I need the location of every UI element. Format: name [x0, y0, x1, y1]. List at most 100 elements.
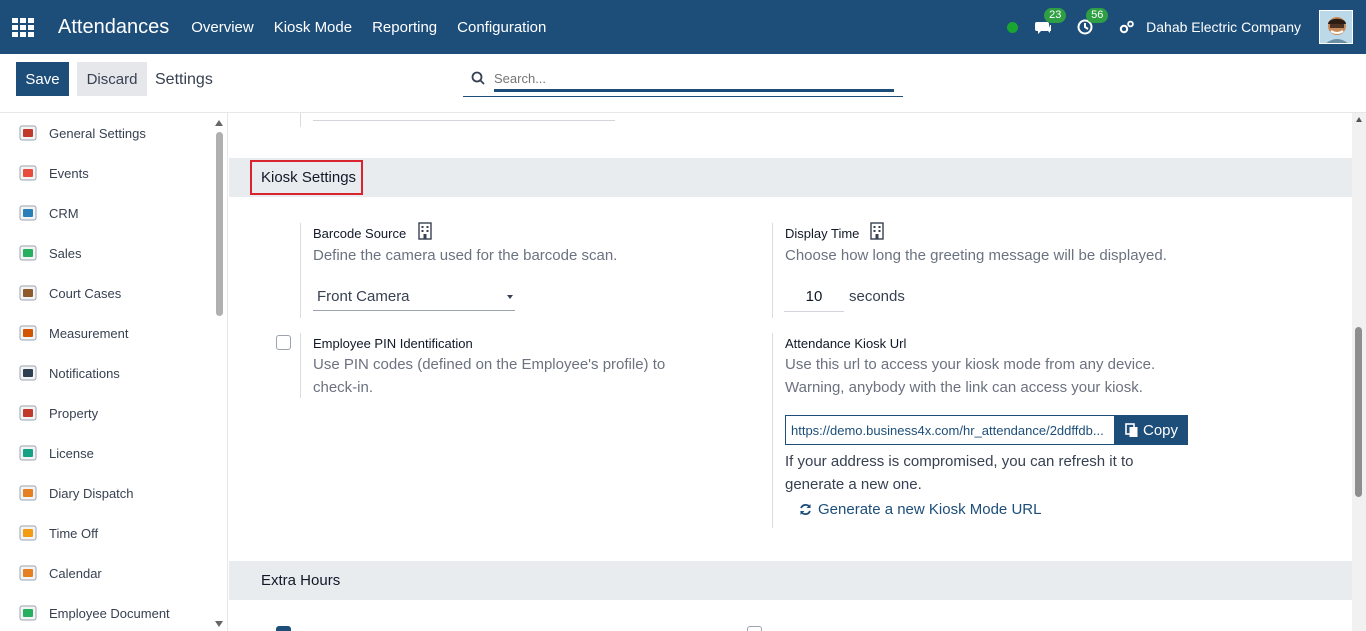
barcode-source-label: Barcode Source [313, 226, 407, 241]
sidebar-item[interactable]: License [0, 433, 227, 473]
search-icon [471, 71, 485, 85]
barcode-source-select[interactable]: Front Camera [313, 283, 515, 311]
sidebar-item[interactable]: Court Cases [0, 273, 227, 313]
copy-button-label: Copy [1142, 421, 1179, 439]
control-panel: Save Discard Settings [0, 54, 1366, 113]
sidebar-item-label: Time Off [49, 525, 99, 541]
settings-sidebar: General Settings Events CRM Sales Court Case… [0, 113, 228, 631]
chat-count-badge: 23 [1044, 8, 1067, 23]
display-time-label: Display Time [785, 226, 860, 241]
sidebar-item[interactable]: Calendar [0, 553, 227, 593]
sidebar-scroll-thumb[interactable] [216, 132, 223, 316]
timeoff-icon [18, 523, 38, 543]
sidebar-item-label: License [49, 445, 94, 461]
gear-icon [18, 123, 38, 143]
scales-icon [18, 283, 38, 303]
sidebar-item-label: Sales [49, 245, 82, 261]
chat-icon[interactable]: 23 [1034, 8, 1067, 36]
company-name[interactable]: Dahab Electric Company [1146, 19, 1301, 35]
company-switch-icon[interactable] [1118, 18, 1136, 36]
menu-reporting[interactable]: Reporting [372, 19, 437, 36]
activity-clock-icon[interactable]: 56 [1076, 8, 1109, 36]
sidebar-item[interactable]: Notifications [0, 353, 227, 393]
settings-content: Kiosk Settings Barcode Source Define the… [229, 113, 1352, 631]
notification-icon [18, 363, 38, 383]
menu-kiosk-mode[interactable]: Kiosk Mode [274, 19, 352, 36]
save-button[interactable]: Save [16, 62, 69, 96]
dropdown-caret-icon [507, 295, 513, 299]
display-time-unit: seconds [849, 288, 905, 305]
document-icon [18, 603, 38, 623]
ruler-icon [18, 323, 38, 343]
pin-description-line1: Use PIN codes (defined on the Employee's… [313, 356, 666, 373]
breadcrumb: Settings [155, 71, 213, 88]
kiosk-url-description-line1: Use this url to access your kiosk mode f… [785, 356, 1156, 373]
generate-url-link[interactable]: Generate a new Kiosk Mode URL [799, 501, 1041, 518]
sidebar-item-label: Diary Dispatch [49, 485, 134, 501]
top-navbar: Attendances Overview Kiosk Mode Reportin… [0, 0, 1366, 54]
user-avatar[interactable] [1319, 10, 1353, 44]
sidebar-item[interactable]: Events [0, 153, 227, 193]
kiosk-settings-header: Kiosk Settings [229, 158, 1352, 197]
previous-field-underline [313, 120, 615, 121]
sidebar-item-label: Notifications [49, 365, 120, 381]
extra-hours-checkbox[interactable] [276, 626, 291, 631]
scroll-up-arrow-icon[interactable] [215, 120, 223, 126]
menu-overview[interactable]: Overview [191, 19, 254, 36]
app-menu-icon[interactable] [12, 18, 34, 37]
sidebar-item-label: Events [49, 165, 89, 181]
sidebar-item[interactable]: Employee Document [0, 593, 227, 631]
generate-url-label: Generate a new Kiosk Mode URL [818, 501, 1042, 518]
sidebar-item[interactable]: CRM [0, 193, 227, 233]
search-bar [463, 62, 903, 97]
sidebar-item[interactable]: Property [0, 393, 227, 433]
pin-identification-checkbox[interactable] [276, 335, 291, 350]
license-icon [18, 443, 38, 463]
sidebar-item[interactable]: Sales [0, 233, 227, 273]
company-building-icon [418, 222, 432, 240]
highlight-box [250, 160, 363, 195]
kiosk-url-description-line2: Warning, anybody with the link can acces… [785, 379, 1143, 396]
refresh-icon [800, 504, 811, 515]
calendar-icon [18, 563, 38, 583]
copy-icon [1125, 422, 1138, 437]
extra-hours-checkbox-2[interactable] [747, 626, 762, 631]
copy-url-button[interactable]: Copy [1115, 415, 1188, 445]
main-scroll-thumb[interactable] [1355, 327, 1362, 497]
sales-icon [18, 243, 38, 263]
scroll-up-arrow-icon[interactable] [1356, 117, 1362, 122]
sidebar-item-label: CRM [49, 205, 79, 221]
section-title-extra-hours: Extra Hours [261, 572, 341, 589]
kiosk-url-label: Attendance Kiosk Url [785, 336, 907, 351]
dispatch-icon [18, 483, 38, 503]
scroll-down-arrow-icon[interactable] [215, 621, 223, 627]
crm-icon [18, 203, 38, 223]
company-building-icon [870, 222, 884, 240]
main-scrollbar[interactable] [1352, 113, 1366, 631]
calendar-event-icon [18, 163, 38, 183]
compromised-note-line2: generate a new one. [785, 476, 922, 493]
sidebar-scrollbar[interactable] [212, 113, 227, 631]
sidebar-item-label: Court Cases [49, 285, 122, 301]
sidebar-item[interactable]: Diary Dispatch [0, 473, 227, 513]
sidebar-item-label: General Settings [49, 125, 146, 141]
discard-button[interactable]: Discard [77, 62, 147, 96]
display-time-description: Choose how long the greeting message wil… [785, 247, 1167, 264]
activity-count-badge: 56 [1086, 8, 1109, 23]
sidebar-item[interactable]: Measurement [0, 313, 227, 353]
sidebar-item-label: Calendar [49, 565, 102, 581]
extra-hours-header: Extra Hours [229, 561, 1352, 600]
app-title[interactable]: Attendances [58, 16, 169, 39]
sidebar-item-label: Measurement [49, 325, 129, 341]
compromised-note-line1: If your address is compromised, you can … [785, 453, 1134, 470]
sidebar-item[interactable]: Time Off [0, 513, 227, 553]
house-icon [18, 403, 38, 423]
menu-configuration[interactable]: Configuration [457, 19, 546, 36]
presence-status-icon [1007, 21, 1019, 33]
barcode-source-description: Define the camera used for the barcode s… [313, 247, 618, 264]
pin-description-line2: check-in. [313, 379, 374, 396]
display-time-input[interactable]: 10 [784, 282, 844, 312]
search-input[interactable] [494, 68, 894, 92]
sidebar-item[interactable]: General Settings [0, 113, 227, 153]
kiosk-url-field[interactable]: https://demo.business4x.com/hr_attendanc… [785, 415, 1115, 445]
